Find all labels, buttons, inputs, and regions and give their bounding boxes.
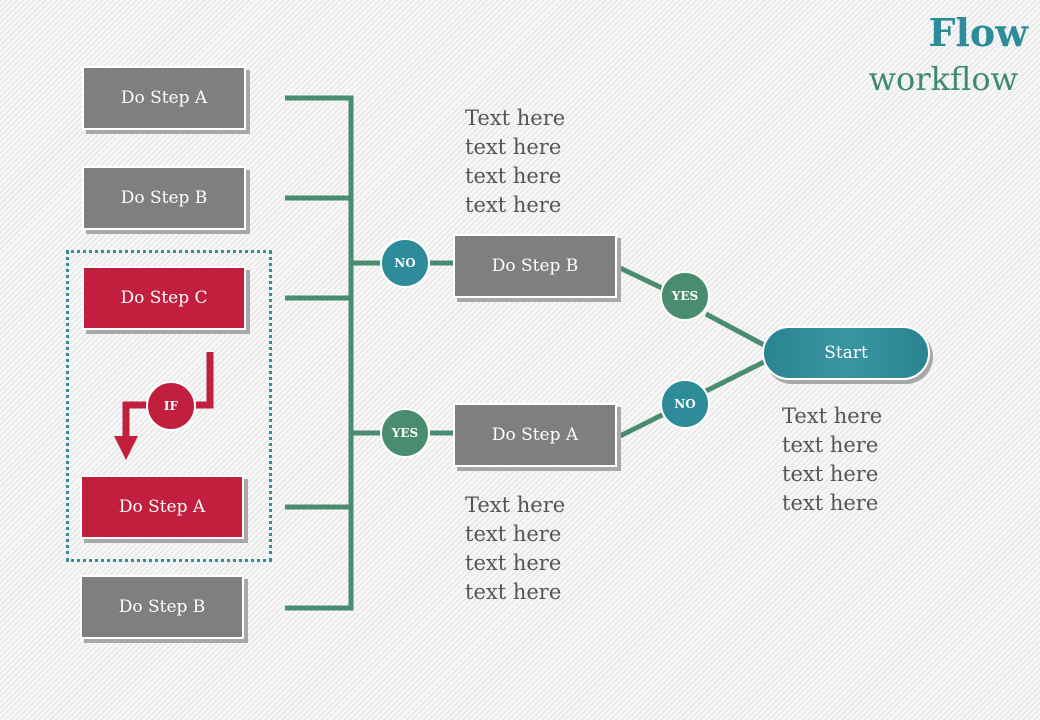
connector-no-to-start xyxy=(704,359,766,394)
page-title: Flow xyxy=(928,10,1028,55)
decision-yes-out[interactable]: YES xyxy=(660,271,710,321)
decision-no-in[interactable]: NO xyxy=(380,238,430,288)
left-step-1[interactable]: Do Step A xyxy=(82,66,246,130)
note-line: text here xyxy=(782,491,879,515)
left-step-3[interactable]: Do Step C xyxy=(82,266,246,330)
note-line: text here xyxy=(782,433,879,457)
note-line: Text here xyxy=(465,493,566,517)
connector-b-to-yes xyxy=(618,265,666,292)
connector-yes-to-start xyxy=(704,311,766,348)
note-right: Text here text here text here text here xyxy=(782,402,882,518)
note-line: text here xyxy=(465,580,562,604)
note-top: Text here text here text here text here xyxy=(465,104,565,220)
decision-no-out[interactable]: NO xyxy=(660,379,710,429)
note-line: text here xyxy=(465,135,562,159)
start-node[interactable]: Start xyxy=(762,326,930,380)
middle-step-b[interactable]: Do Step B xyxy=(453,234,617,298)
note-line: Text here xyxy=(782,404,883,428)
connector-a-to-no xyxy=(618,411,666,439)
if-decision[interactable]: IF xyxy=(146,381,196,431)
page-subtitle: workflow xyxy=(868,60,1018,98)
note-bottom: Text here text here text here text here xyxy=(465,491,565,607)
note-line: text here xyxy=(465,164,562,188)
note-line: Text here xyxy=(465,106,566,130)
decision-yes-in[interactable]: YES xyxy=(380,408,430,458)
left-step-4[interactable]: Do Step A xyxy=(80,475,244,539)
note-line: text here xyxy=(465,193,562,217)
middle-step-a[interactable]: Do Step A xyxy=(453,403,617,467)
bracket-line xyxy=(285,95,354,611)
left-step-5[interactable]: Do Step B xyxy=(80,575,244,639)
note-line: text here xyxy=(465,522,562,546)
note-line: text here xyxy=(782,462,879,486)
note-line: text here xyxy=(465,551,562,575)
left-step-2[interactable]: Do Step B xyxy=(82,166,246,230)
